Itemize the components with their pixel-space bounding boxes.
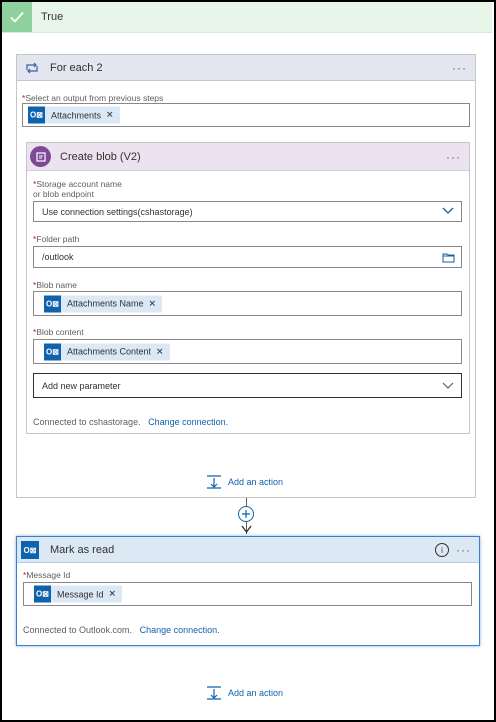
change-connection-link[interactable]: Change connection. [140, 625, 220, 635]
outlook-icon: O⊠ [21, 541, 39, 559]
create-blob-card: Create blob (V2) ··· *Storage account na… [26, 142, 470, 434]
add-parameter-dropdown[interactable]: Add new parameter [33, 373, 462, 398]
blob-name-field[interactable]: O⊠ Attachments Name ✕ [33, 291, 462, 316]
foreach-header[interactable]: For each 2 ··· [17, 55, 475, 81]
mark-as-read-header[interactable]: O⊠ Mark as read i ··· [17, 537, 479, 563]
loop-icon [24, 60, 40, 76]
connection-text: Connected to Outlook.com. [23, 625, 133, 635]
mark-as-read-more-button[interactable]: ··· [456, 543, 471, 557]
remove-token-icon[interactable]: ✕ [109, 589, 117, 600]
folder-path-input[interactable]: /outlook [33, 246, 462, 268]
add-action-label: Add an action [228, 688, 284, 698]
token-label: Attachments Content [67, 346, 152, 357]
blob-name-label: *Blob name [33, 280, 77, 290]
remove-token-icon[interactable]: ✕ [149, 298, 157, 309]
blob-content-label: *Blob content [33, 327, 84, 337]
chevron-down-icon [442, 207, 454, 218]
attachments-content-token[interactable]: O⊠ Attachments Content ✕ [44, 343, 170, 360]
mark-as-read-card: O⊠ Mark as read i ··· *Message Id O⊠ Mes… [16, 536, 480, 646]
inner-add-action-button[interactable]: Add an action [206, 475, 283, 489]
storage-account-label: *Storage account name or blob endpoint [33, 179, 122, 199]
mark-as-read-title: Mark as read [50, 544, 115, 556]
folder-path-value: /outlook [42, 252, 74, 262]
add-parameter-label: Add new parameter [42, 380, 121, 391]
info-icon[interactable]: i [435, 543, 449, 557]
remove-token-icon[interactable]: ✕ [156, 346, 164, 357]
attachments-token[interactable]: O⊠ Attachments ✕ [28, 106, 120, 124]
check-icon [2, 2, 32, 32]
token-label: Attachments [51, 110, 102, 120]
outlook-connection-info: Connected to Outlook.com. Change connect… [23, 625, 220, 635]
add-action-label: Add an action [228, 477, 284, 487]
storage-account-value: Use connection settings(cshastorage) [42, 206, 193, 217]
create-blob-header[interactable]: Create blob (V2) ··· [27, 143, 469, 171]
add-action-icon [206, 686, 222, 700]
attachments-name-token[interactable]: O⊠ Attachments Name ✕ [44, 295, 163, 312]
storage-account-select[interactable]: Use connection settings(cshastorage) [33, 201, 462, 222]
token-label: Attachments Name [67, 298, 144, 309]
remove-token-icon[interactable]: ✕ [106, 110, 114, 121]
folder-path-label: *Folder path [33, 234, 80, 244]
message-id-token[interactable]: O⊠ Message Id ✕ [34, 585, 123, 603]
create-blob-more-button[interactable]: ··· [446, 150, 461, 164]
foreach-title: For each 2 [50, 62, 103, 74]
foreach-more-button[interactable]: ··· [452, 61, 467, 75]
select-output-label: *Select an output from previous steps [22, 93, 164, 103]
branch-title: True [41, 11, 64, 23]
outlook-icon: O⊠ [44, 343, 61, 360]
blob-storage-icon [30, 146, 51, 167]
plus-circle-icon[interactable] [238, 506, 254, 522]
blob-content-field[interactable]: O⊠ Attachments Content ✕ [33, 339, 462, 364]
chevron-down-icon [442, 382, 454, 393]
message-id-field[interactable]: O⊠ Message Id ✕ [23, 582, 472, 606]
outer-add-action-button[interactable]: Add an action [206, 686, 283, 700]
outlook-icon: O⊠ [44, 295, 61, 312]
folder-icon[interactable] [442, 252, 455, 266]
message-id-label: *Message Id [23, 570, 71, 580]
token-label: Message Id [57, 589, 104, 599]
true-branch-header[interactable]: True [2, 2, 492, 33]
change-connection-link[interactable]: Change connection. [148, 417, 228, 427]
connection-text: Connected to cshastorage. [33, 417, 141, 427]
blob-connection-info: Connected to cshastorage. Change connect… [33, 417, 228, 427]
select-output-field[interactable]: O⊠ Attachments ✕ [22, 103, 470, 127]
outlook-icon: O⊠ [34, 585, 51, 603]
outlook-icon: O⊠ [28, 106, 45, 124]
create-blob-title: Create blob (V2) [60, 151, 141, 163]
add-action-icon [206, 475, 222, 489]
